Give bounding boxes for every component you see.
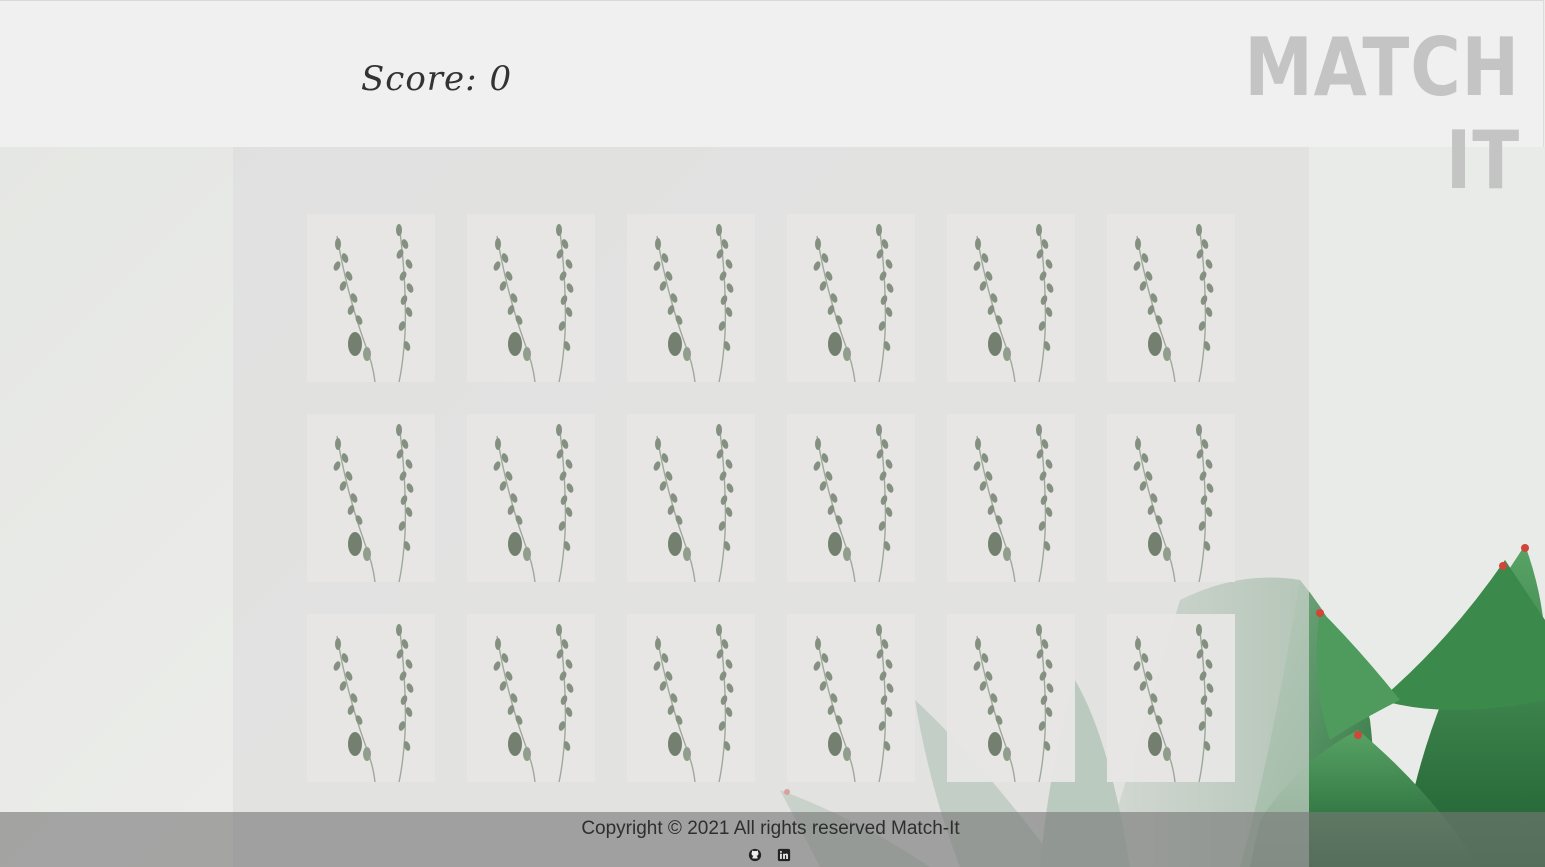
plant-sprig-icon: [787, 614, 915, 782]
plant-sprig-icon: [1107, 414, 1235, 582]
memory-card[interactable]: [467, 614, 595, 782]
plant-sprig-icon: [467, 614, 595, 782]
plant-sprig-icon: [787, 214, 915, 382]
memory-card[interactable]: [1107, 214, 1235, 382]
memory-card[interactable]: [787, 614, 915, 782]
header-bar: Score: 0 MATCH IT: [0, 0, 1544, 207]
memory-card[interactable]: [467, 214, 595, 382]
memory-card[interactable]: [1107, 614, 1235, 782]
score-value: 0: [489, 59, 513, 99]
plant-sprig-icon: [467, 414, 595, 582]
memory-card[interactable]: [467, 414, 595, 582]
plant-sprig-icon: [947, 414, 1075, 582]
plant-sprig-icon: [627, 214, 755, 382]
score-display: Score: 0: [361, 59, 512, 99]
plant-sprig-icon: [947, 214, 1075, 382]
memory-card[interactable]: [947, 214, 1075, 382]
plant-sprig-icon: [467, 214, 595, 382]
plant-sprig-icon: [307, 414, 435, 582]
memory-card[interactable]: [627, 414, 755, 582]
memory-card[interactable]: [947, 614, 1075, 782]
memory-card[interactable]: [1107, 414, 1235, 582]
plant-sprig-icon: [947, 614, 1075, 782]
plant-sprig-icon: [627, 414, 755, 582]
memory-card[interactable]: [627, 614, 755, 782]
memory-card[interactable]: [627, 214, 755, 382]
card-grid: [307, 214, 1235, 782]
memory-card[interactable]: [307, 614, 435, 782]
memory-card[interactable]: [947, 414, 1075, 582]
plant-sprig-icon: [1107, 214, 1235, 382]
plant-sprig-icon: [307, 214, 435, 382]
memory-card[interactable]: [787, 414, 915, 582]
github-icon[interactable]: [748, 848, 762, 862]
linkedin-icon[interactable]: [777, 848, 791, 862]
plant-sprig-icon: [627, 614, 755, 782]
plant-sprig-icon: [1107, 614, 1235, 782]
score-label: Score:: [361, 59, 478, 99]
memory-card[interactable]: [787, 214, 915, 382]
copyright-text: Copyright © 2021 All rights reserved Mat…: [581, 818, 960, 839]
memory-card[interactable]: [307, 414, 435, 582]
footer: Copyright © 2021 All rights reserved Mat…: [0, 812, 1545, 867]
plant-sprig-icon: [787, 414, 915, 582]
memory-card[interactable]: [307, 214, 435, 382]
social-links: [748, 848, 791, 862]
plant-sprig-icon: [307, 614, 435, 782]
